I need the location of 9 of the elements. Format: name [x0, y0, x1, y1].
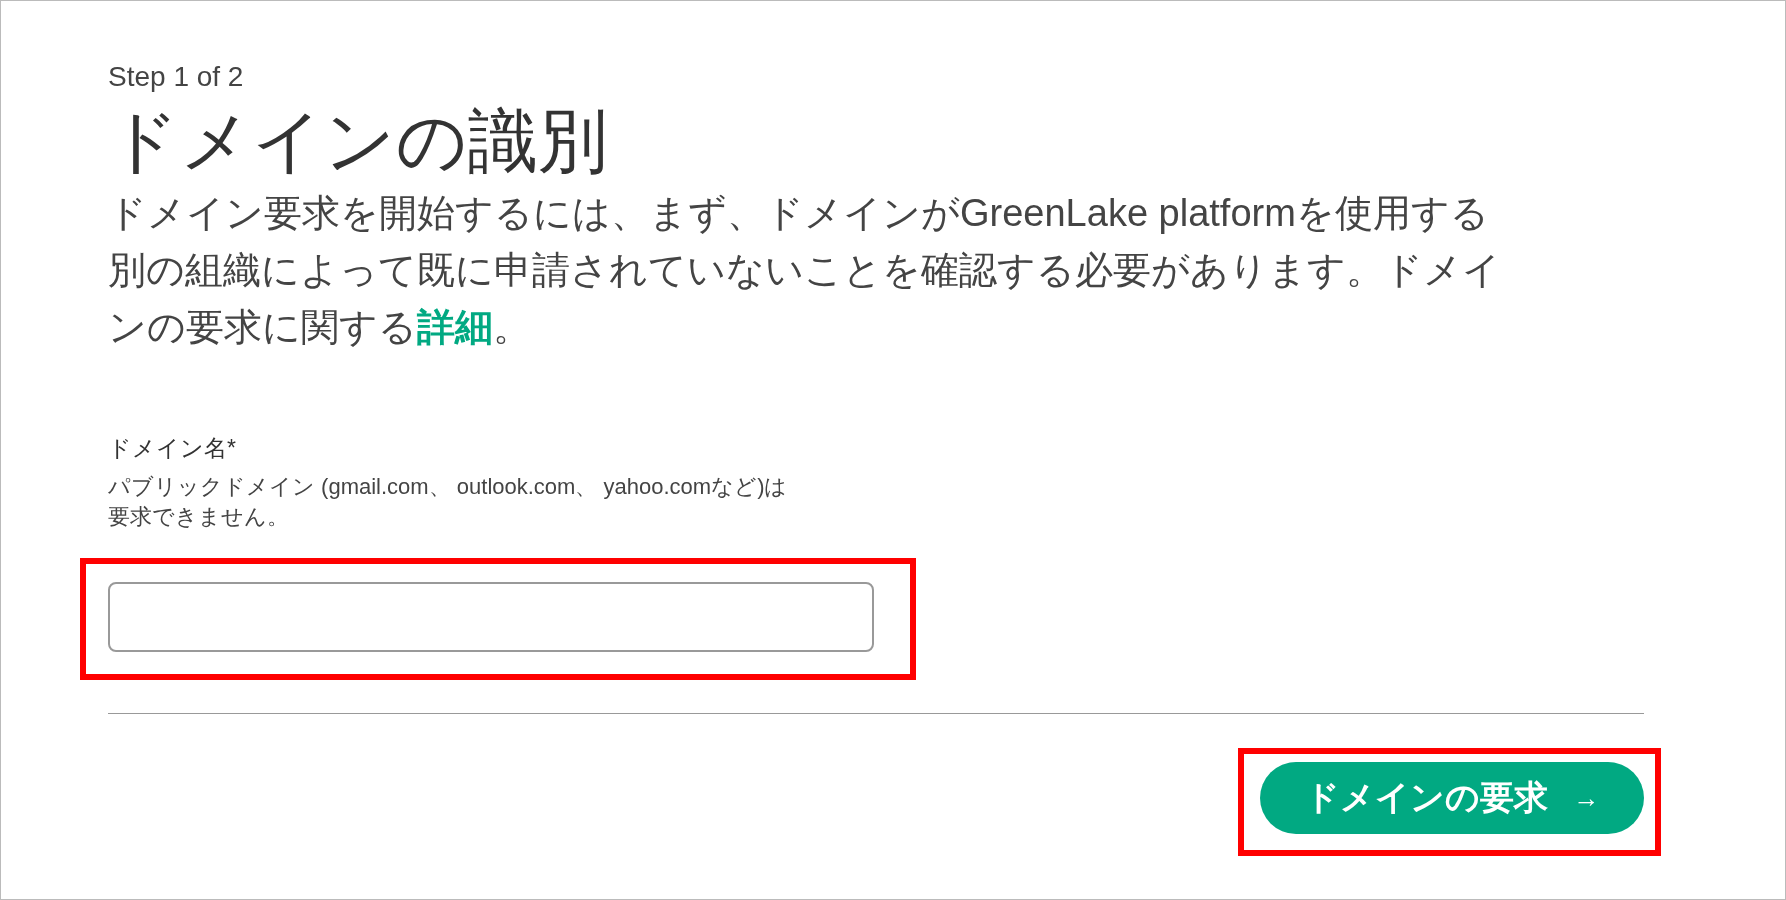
- description-text: ドメイン要求を開始するには、まず、ドメインがGreenLake platformを使用する別の組織によって既に申請されていないことを確認する必要があります。ドメインの要求に関する詳細。: [108, 191, 1502, 350]
- field-hint: パブリックドメイン (gmail.com、 outlook.com、 yahoo.comなど)は: [108, 473, 789, 501]
- domain-input-field[interactable]: [108, 582, 874, 652]
- field-label: ドメイン名*: [108, 434, 237, 463]
- request-domain-button[interactable]: ドメインの要求 →: [1260, 762, 1644, 834]
- field-hint: 要求できません。: [108, 503, 290, 531]
- step-indicator: Step 1 of 2: [108, 60, 245, 94]
- details-link[interactable]: 詳細: [417, 306, 493, 348]
- page-title: ドメインの識別: [108, 101, 609, 182]
